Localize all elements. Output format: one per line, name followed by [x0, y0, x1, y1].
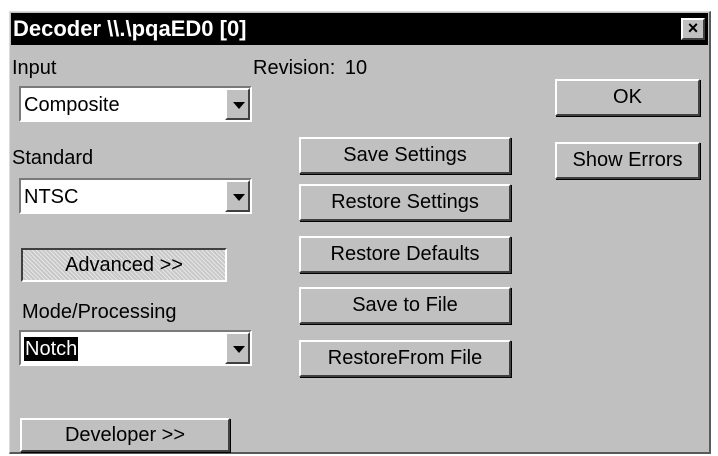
revision-label: Revision: 10 — [253, 56, 367, 80]
input-select-value: Composite — [24, 94, 120, 116]
save-settings-button[interactable]: Save Settings — [299, 137, 511, 174]
chevron-down-icon[interactable] — [225, 88, 250, 120]
save-to-file-button[interactable]: Save to File — [299, 287, 511, 324]
restore-settings-button[interactable]: Restore Settings — [299, 184, 511, 221]
restore-from-file-button[interactable]: RestoreFrom File — [299, 340, 511, 377]
ok-button[interactable]: OK — [555, 79, 700, 116]
standard-select-value: NTSC — [24, 186, 79, 208]
revision-value: 10 — [344, 57, 368, 79]
mode-processing-label: Mode/Processing — [22, 301, 177, 323]
advanced-button[interactable]: Advanced >> — [21, 248, 227, 282]
chevron-down-icon[interactable] — [225, 332, 250, 364]
decoder-dialog: Decoder \\.\pqaED0 [0] × Input Revision:… — [9, 11, 711, 454]
mode-processing-select-value: Notch — [24, 337, 79, 361]
close-icon: × — [687, 18, 699, 38]
close-button[interactable]: × — [681, 18, 705, 40]
revision-label-text: Revision: — [253, 57, 336, 79]
standard-select[interactable]: NTSC — [19, 178, 252, 214]
mode-processing-select[interactable]: Notch — [19, 330, 252, 366]
window-title: Decoder \\.\pqaED0 [0] — [13, 16, 247, 41]
input-select[interactable]: Composite — [19, 86, 252, 122]
restore-defaults-button[interactable]: Restore Defaults — [299, 236, 511, 273]
chevron-down-icon[interactable] — [225, 180, 250, 212]
standard-label: Standard — [12, 147, 94, 169]
developer-button[interactable]: Developer >> — [20, 418, 230, 452]
input-label: Input — [12, 57, 57, 79]
show-errors-button[interactable]: Show Errors — [555, 142, 700, 179]
title-bar[interactable]: Decoder \\.\pqaED0 [0] × — [11, 13, 708, 45]
